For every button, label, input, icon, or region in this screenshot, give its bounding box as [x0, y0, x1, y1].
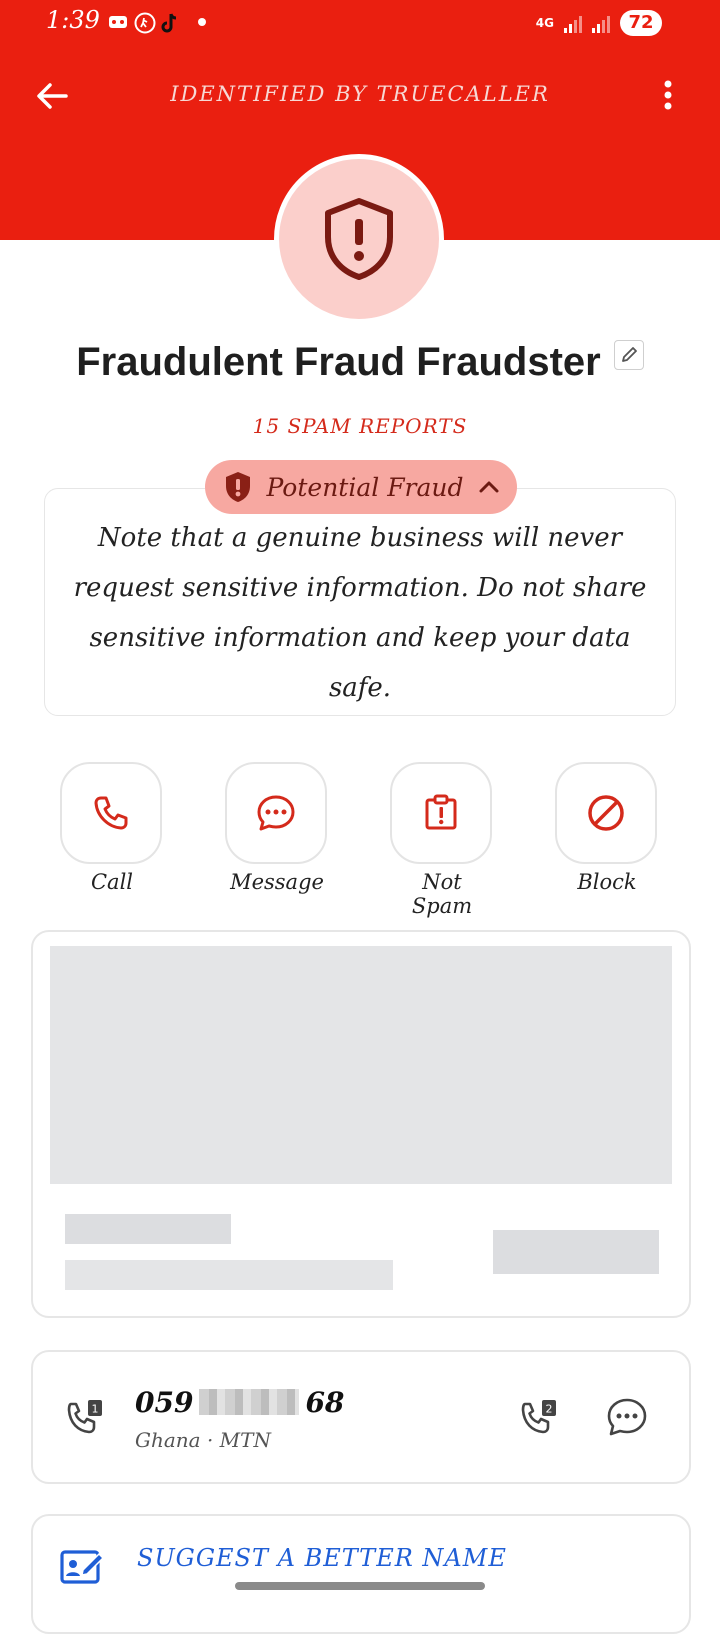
block-icon [588, 795, 624, 831]
ad-button-placeholder [493, 1230, 659, 1274]
fraud-note-card: Note that a genuine business will never … [44, 488, 676, 716]
not-spam-label: Not Spam [411, 870, 473, 918]
action-call: Call [60, 762, 164, 894]
more-options-button[interactable] [656, 76, 680, 116]
voicemail-icon [108, 12, 128, 32]
edit-name-button[interactable] [613, 340, 644, 370]
caller-name: Fraudulent Fraud Fraudster [76, 340, 601, 384]
home-indicator[interactable] [235, 1582, 485, 1590]
block-button[interactable] [555, 762, 657, 864]
carrier-info: Ghana · MTN [135, 1428, 271, 1452]
svg-text:2: 2 [546, 1403, 553, 1416]
phone-icon [94, 796, 128, 830]
call-sim1-icon[interactable]: 1 [63, 1396, 107, 1440]
signal-strength-2-icon [592, 13, 610, 33]
fraud-note-text: Note that a genuine business will never … [73, 523, 647, 703]
pencil-icon [621, 347, 637, 362]
status-right: 4G 72 [536, 10, 662, 36]
tiktok-icon [160, 12, 180, 33]
suggest-name-link[interactable]: SUGGEST A BETTER NAME [137, 1544, 507, 1572]
phone-number: 059 68 [135, 1386, 344, 1419]
more-vertical-icon [664, 80, 672, 110]
call-label: Call [90, 870, 134, 894]
ad-placeholder-card [31, 930, 691, 1318]
ad-image-placeholder [50, 946, 672, 1184]
network-type: 4G [535, 15, 554, 30]
potential-fraud-label: Potential Fraud [266, 472, 464, 502]
call-sim2-icon[interactable]: 2 [517, 1396, 561, 1440]
svg-text:1: 1 [92, 1403, 99, 1416]
caller-name-row: Fraudulent Fraud Fraudster [0, 340, 720, 385]
action-block: Block [555, 762, 659, 894]
clipboard-alert-icon [425, 794, 457, 830]
phone-number-card: 1 059 68 Ghana · MTN 2 [31, 1350, 691, 1484]
potential-fraud-toggle[interactable]: Potential Fraud [205, 460, 517, 514]
message-button[interactable] [225, 762, 327, 864]
ad-title-placeholder [65, 1214, 231, 1244]
header-title: IDENTIFIED BY TRUECALLER [170, 82, 550, 106]
phone-number-prefix: 059 [135, 1386, 194, 1419]
not-spam-button[interactable] [390, 762, 492, 864]
battery-indicator: 72 [620, 10, 662, 36]
walking-icon [134, 12, 156, 34]
caller-avatar [274, 154, 444, 324]
action-not-spam: Not Spam [390, 762, 494, 918]
notification-dot-icon [198, 18, 206, 26]
shield-alert-small-icon [225, 472, 250, 502]
message-number-icon[interactable] [605, 1396, 649, 1440]
message-label: Message [230, 870, 324, 894]
status-time: 1:39 [46, 6, 100, 34]
notification-icons [108, 12, 206, 34]
call-button[interactable] [60, 762, 162, 864]
chat-bubble-icon [257, 795, 295, 831]
suggest-name-card[interactable]: SUGGEST A BETTER NAME [31, 1514, 691, 1634]
redacted-digits [199, 1389, 300, 1415]
signal-strength-icon [564, 13, 582, 33]
spam-reports-count: 15 SPAM REPORTS [252, 414, 468, 438]
shield-alert-icon [325, 198, 393, 280]
chevron-up-icon [479, 481, 498, 493]
contact-edit-icon [60, 1550, 105, 1584]
action-message: Message [225, 762, 329, 894]
ad-subtitle-placeholder [65, 1260, 393, 1290]
block-label: Block [577, 870, 637, 894]
phone-number-suffix: 68 [305, 1386, 345, 1419]
status-bar: 1:39 4G 72 [0, 0, 720, 48]
